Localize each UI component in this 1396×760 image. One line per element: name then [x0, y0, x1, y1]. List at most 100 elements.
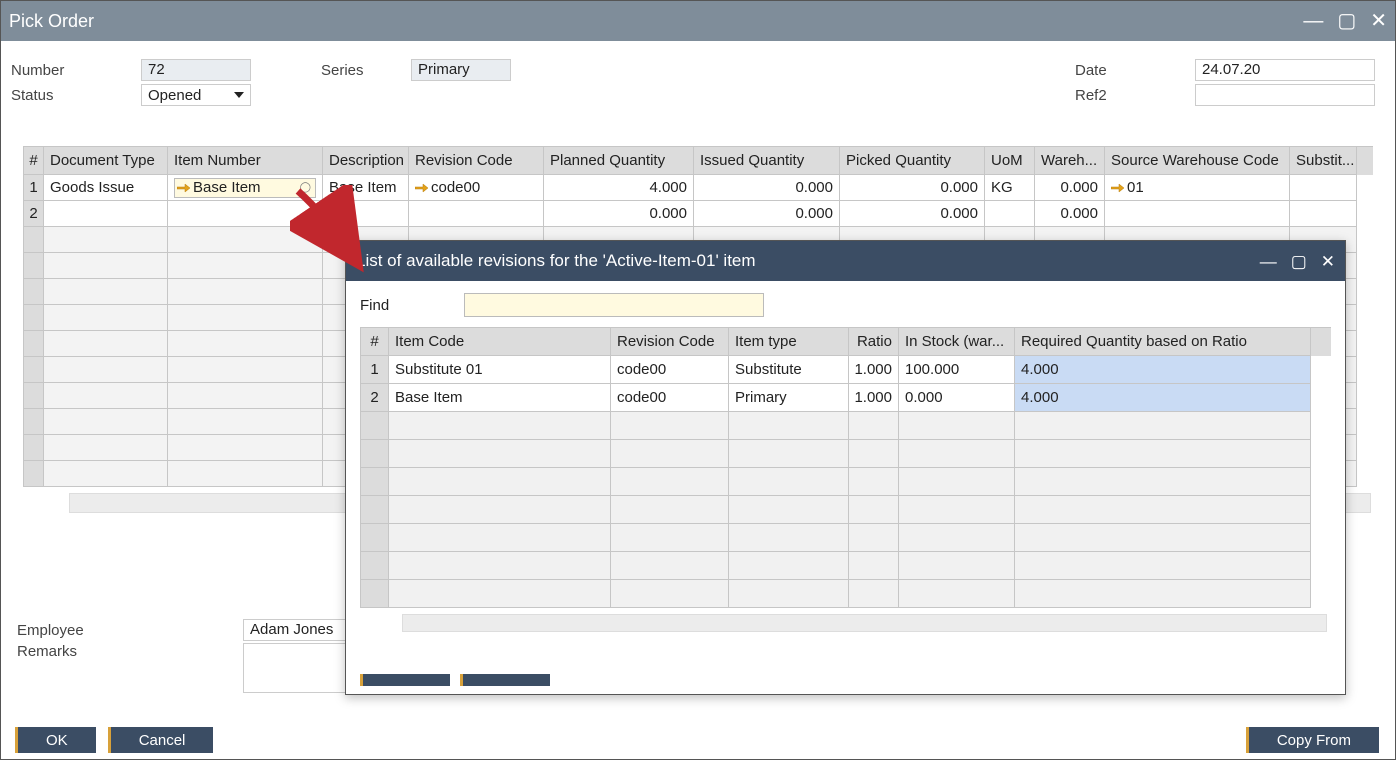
- col-wareh[interactable]: Wareh...: [1035, 147, 1105, 175]
- cell-subst[interactable]: [1290, 175, 1357, 201]
- pcell-req: 4.000: [1015, 384, 1311, 412]
- popup-grid-row[interactable]: 2 Base Item code00 Primary 1.000 0.000 4…: [361, 384, 1331, 412]
- col-srcwh[interactable]: Source Warehouse Code: [1105, 147, 1290, 175]
- window-controls: — ▢ ✕: [1303, 11, 1387, 31]
- pcell-code: Substitute 01: [389, 356, 611, 384]
- pcol-revcode[interactable]: Revision Code: [611, 328, 729, 356]
- popup-grid-hscrollbar[interactable]: [402, 614, 1327, 632]
- popup-button-1[interactable]: [360, 674, 450, 686]
- header-col-left: Number 72 Status Opened: [11, 59, 251, 106]
- header-col-right: Date 24.07.20 Ref2: [1075, 59, 1375, 106]
- col-subst[interactable]: Substit...: [1290, 147, 1357, 175]
- grid-row[interactable]: 1 Goods Issue Base Item ◯ Base Item code…: [24, 175, 1373, 201]
- cell-planned[interactable]: 4.000: [544, 175, 694, 201]
- col-itemno[interactable]: Item Number: [168, 147, 323, 175]
- col-issued[interactable]: Issued Quantity: [694, 147, 840, 175]
- popup-titlebar: List of available revisions for the 'Act…: [346, 241, 1345, 281]
- pcell-stock: 100.000: [899, 356, 1015, 384]
- ok-button[interactable]: OK: [15, 727, 96, 753]
- revisions-grid[interactable]: # Item Code Revision Code Item type Rati…: [360, 327, 1331, 608]
- pcell-stock: 0.000: [899, 384, 1015, 412]
- pcell-rownum: 1: [361, 356, 389, 384]
- link-arrow-icon[interactable]: [177, 183, 191, 193]
- popup-button-bar: [360, 674, 550, 686]
- status-label: Status: [11, 87, 141, 104]
- col-planned[interactable]: Planned Quantity: [544, 147, 694, 175]
- popup-grid-row[interactable]: 1 Substitute 01 code00 Substitute 1.000 …: [361, 356, 1331, 384]
- cell-issued[interactable]: 0.000: [694, 201, 840, 227]
- col-descr[interactable]: Description: [323, 147, 409, 175]
- popup-button-2[interactable]: [460, 674, 550, 686]
- remarks-label: Remarks: [17, 643, 243, 660]
- pcol-itemtype[interactable]: Item type: [729, 328, 849, 356]
- minimize-icon[interactable]: —: [1260, 253, 1277, 270]
- cell-wareh[interactable]: 0.000: [1035, 201, 1105, 227]
- col-picked[interactable]: Picked Quantity: [840, 147, 985, 175]
- cell-srcwh[interactable]: 01: [1105, 175, 1290, 201]
- popup-grid-row-empty: [361, 524, 1331, 552]
- col-rownum[interactable]: #: [24, 147, 44, 175]
- date-label: Date: [1075, 62, 1195, 79]
- link-arrow-icon[interactable]: [1111, 183, 1125, 193]
- pcol-itemcode[interactable]: Item Code: [389, 328, 611, 356]
- col-uom[interactable]: UoM: [985, 147, 1035, 175]
- window-titlebar: Pick Order — ▢ ✕: [1, 1, 1395, 41]
- close-icon[interactable]: ✕: [1321, 253, 1335, 270]
- pcol-ratio[interactable]: Ratio: [849, 328, 899, 356]
- popup-grid-row-empty: [361, 440, 1331, 468]
- popup-window-controls: — ▢ ✕: [1260, 253, 1335, 270]
- series-field[interactable]: Primary: [411, 59, 511, 81]
- link-arrow-icon[interactable]: [415, 183, 429, 193]
- cell-doctype[interactable]: [44, 201, 168, 227]
- pcol-instock[interactable]: In Stock (war...: [899, 328, 1015, 356]
- popup-title-text: List of available revisions for the 'Act…: [356, 251, 756, 271]
- cell-srcwh[interactable]: [1105, 201, 1290, 227]
- cell-uom[interactable]: KG: [985, 175, 1035, 201]
- pcol-rownum[interactable]: #: [361, 328, 389, 356]
- cell-wareh[interactable]: 0.000: [1035, 175, 1105, 201]
- cell-rownum: 1: [24, 175, 44, 201]
- pcol-reqqty[interactable]: Required Quantity based on Ratio: [1015, 328, 1311, 356]
- cell-uom[interactable]: [985, 201, 1035, 227]
- cell-planned[interactable]: 0.000: [544, 201, 694, 227]
- series-label: Series: [321, 62, 411, 79]
- close-icon[interactable]: ✕: [1370, 11, 1387, 31]
- pcell-ratio: 1.000: [849, 356, 899, 384]
- cell-revcode[interactable]: code00: [409, 175, 544, 201]
- ref2-label: Ref2: [1075, 87, 1195, 104]
- grid-row[interactable]: 2 0.000 0.000 0.000 0.000: [24, 201, 1373, 227]
- cell-subst[interactable]: [1290, 201, 1357, 227]
- ref2-field[interactable]: [1195, 84, 1375, 106]
- pcell-rev: code00: [611, 384, 729, 412]
- pcell-type: Primary: [729, 384, 849, 412]
- window-title: Pick Order: [9, 11, 94, 32]
- status-dropdown[interactable]: Opened: [141, 84, 251, 106]
- popup-grid-header: # Item Code Revision Code Item type Rati…: [361, 328, 1331, 356]
- number-label: Number: [11, 62, 141, 79]
- copy-from-button[interactable]: Copy From: [1246, 727, 1379, 753]
- cell-rownum: 2: [24, 201, 44, 227]
- pcell-rownum: 2: [361, 384, 389, 412]
- cell-picked[interactable]: 0.000: [840, 201, 985, 227]
- find-label: Find: [360, 297, 456, 314]
- date-field[interactable]: 24.07.20: [1195, 59, 1375, 81]
- col-doctype[interactable]: Document Type: [44, 147, 168, 175]
- maximize-icon[interactable]: ▢: [1337, 11, 1356, 31]
- pcell-rev: code00: [611, 356, 729, 384]
- employee-label: Employee: [17, 622, 243, 639]
- button-bar: OK Cancel: [15, 727, 213, 753]
- find-input[interactable]: [464, 293, 764, 317]
- cell-issued[interactable]: 0.000: [694, 175, 840, 201]
- col-revcode[interactable]: Revision Code: [409, 147, 544, 175]
- number-field[interactable]: 72: [141, 59, 251, 81]
- cell-revcode[interactable]: [409, 201, 544, 227]
- popup-grid-row-empty: [361, 412, 1331, 440]
- pcell-ratio: 1.000: [849, 384, 899, 412]
- cancel-button[interactable]: Cancel: [108, 727, 214, 753]
- cell-picked[interactable]: 0.000: [840, 175, 985, 201]
- revisions-popup: List of available revisions for the 'Act…: [345, 240, 1346, 695]
- cell-doctype[interactable]: Goods Issue: [44, 175, 168, 201]
- popup-find-row: Find: [346, 281, 1345, 327]
- maximize-icon[interactable]: ▢: [1291, 253, 1307, 270]
- minimize-icon[interactable]: —: [1303, 11, 1323, 31]
